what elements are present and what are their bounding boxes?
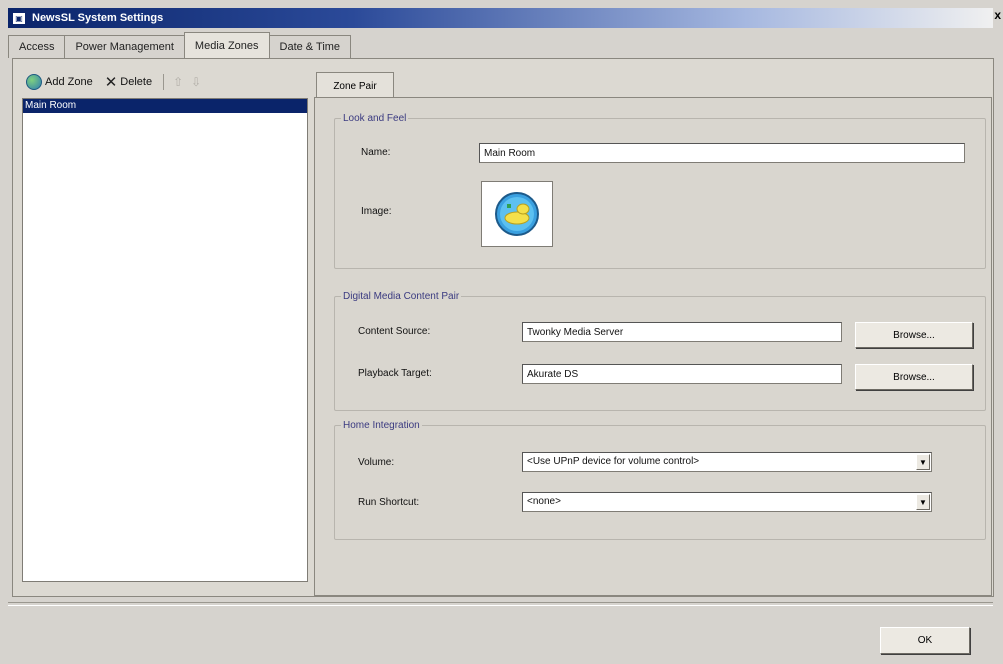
run-shortcut-select[interactable]: <none> ▼	[522, 492, 932, 512]
zone-image[interactable]	[481, 181, 553, 247]
tab-access[interactable]: Access	[8, 35, 66, 58]
playback-target-field[interactable]: Akurate DS	[522, 364, 842, 384]
toolbar-separator	[163, 74, 165, 90]
name-field[interactable]: Main Room	[479, 143, 965, 163]
delete-zone-button[interactable]: ✕ Delete	[101, 75, 156, 90]
run-shortcut-value: <none>	[527, 496, 561, 507]
settings-tabs: Access Power Management Media Zones Date…	[8, 32, 352, 59]
ok-button[interactable]: OK	[880, 627, 970, 654]
content-source-label: Content Source:	[358, 326, 431, 337]
tab-power-management[interactable]: Power Management	[64, 35, 185, 58]
home-integration-group: Home Integration	[334, 420, 986, 540]
window-title: NewsSL System Settings	[32, 12, 164, 24]
arrow-down-icon[interactable]: ⇩	[189, 75, 203, 89]
zone-list[interactable]: Main Room	[22, 98, 308, 582]
digital-media-legend: Digital Media Content Pair	[343, 291, 460, 302]
browse-playback-target-button[interactable]: Browse...	[855, 364, 973, 390]
arrow-up-icon[interactable]: ⇧	[171, 75, 185, 89]
globe-add-icon	[26, 74, 42, 90]
look-and-feel-group: Look and Feel	[334, 113, 986, 269]
volume-value: <Use UPnP device for volume control>	[527, 456, 700, 467]
image-label: Image:	[361, 206, 392, 217]
delete-label: Delete	[120, 76, 153, 88]
chevron-down-icon[interactable]: ▼	[916, 494, 930, 510]
look-and-feel-legend: Look and Feel	[343, 113, 407, 124]
add-zone-label: Add Zone	[45, 76, 93, 88]
run-shortcut-label: Run Shortcut:	[358, 497, 420, 508]
content-source-field[interactable]: Twonky Media Server	[522, 322, 842, 342]
chevron-down-icon[interactable]: ▼	[916, 454, 930, 470]
home-integration-legend: Home Integration	[343, 420, 420, 431]
name-label: Name:	[361, 147, 391, 158]
app-icon: ▣	[12, 11, 26, 25]
zone-image-icon	[495, 192, 539, 236]
volume-label: Volume:	[358, 457, 395, 468]
browse-content-source-button[interactable]: Browse...	[855, 322, 973, 348]
title-bar: ▣ NewsSL System Settings	[8, 8, 993, 28]
tab-zone-pair[interactable]: Zone Pair	[316, 72, 394, 99]
zone-toolbar: Add Zone ✕ Delete ⇧ ⇩	[22, 70, 307, 94]
playback-target-label: Playback Target:	[358, 368, 432, 379]
close-icon[interactable]: x	[994, 8, 1001, 22]
list-item[interactable]: Main Room	[23, 99, 307, 113]
footer-divider	[8, 602, 993, 606]
digital-media-group: Digital Media Content Pair	[334, 291, 986, 411]
delete-x-icon: ✕	[104, 73, 118, 91]
tab-media-zones[interactable]: Media Zones	[183, 32, 270, 59]
volume-select[interactable]: <Use UPnP device for volume control> ▼	[522, 452, 932, 472]
add-zone-button[interactable]: Add Zone	[22, 74, 97, 90]
tab-date-time[interactable]: Date & Time	[268, 35, 352, 58]
